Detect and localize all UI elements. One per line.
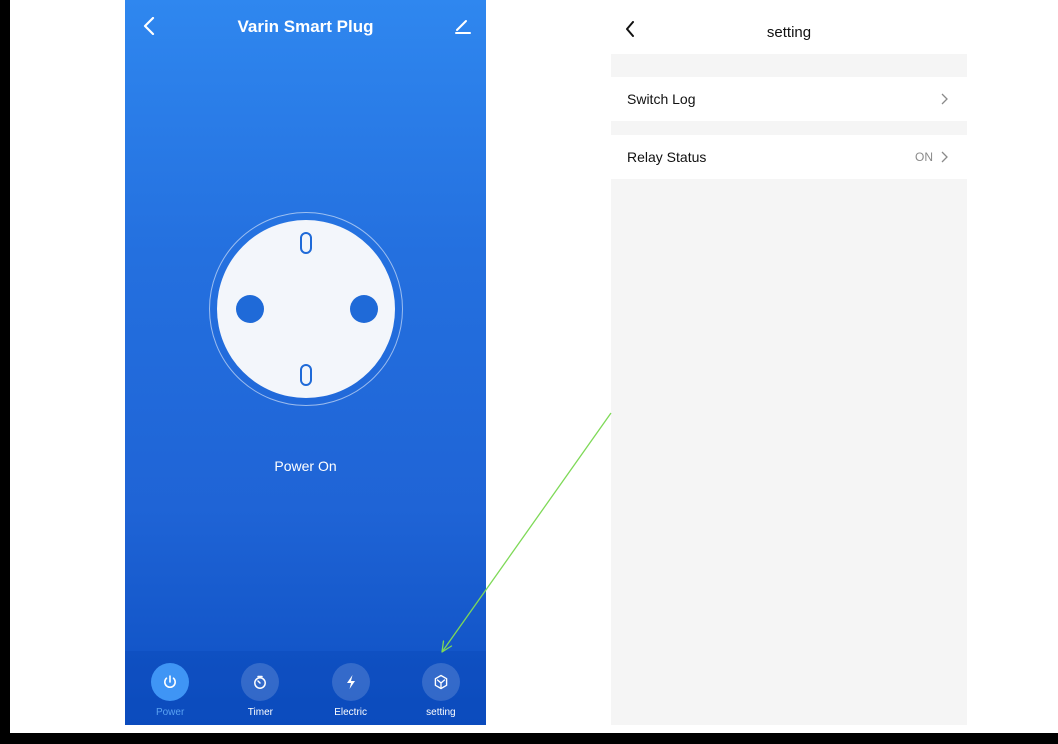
tab-label: setting	[426, 707, 456, 718]
tab-icon-bg	[151, 663, 190, 701]
tab-power[interactable]: Power	[135, 651, 205, 725]
row-label: Relay Status	[627, 149, 707, 165]
settings-screen: setting Switch Log Relay Status ON	[611, 0, 967, 725]
tab-timer[interactable]: Timer	[225, 651, 295, 725]
socket-toggle[interactable]	[209, 212, 403, 406]
settings-hex-icon	[434, 674, 448, 690]
row-value: ON	[915, 150, 933, 164]
page-title: setting	[766, 24, 812, 41]
chevron-right-icon	[937, 92, 951, 106]
relay-status-row[interactable]: Relay Status ON	[611, 135, 967, 179]
tab-label: Timer	[247, 707, 273, 718]
pin-hole-left	[236, 295, 264, 323]
chevron-right-icon	[937, 150, 951, 164]
pin-hole-right	[350, 295, 378, 323]
edit-button[interactable]	[450, 13, 476, 39]
bottom-tab-bar: Power Timer Electric setting	[125, 651, 486, 725]
pencil-icon	[455, 20, 471, 34]
ground-slot-bottom	[300, 364, 312, 386]
switch-log-row[interactable]: Switch Log	[611, 77, 967, 121]
tab-electric[interactable]: Electric	[316, 651, 386, 725]
ground-slot-top	[300, 232, 312, 254]
smart-plug-screen: Varin Smart Plug Power On Power Timer El…	[125, 0, 486, 725]
timer-icon	[254, 675, 267, 689]
tab-icon-bg	[331, 663, 370, 701]
power-status-text: Power On	[274, 458, 337, 474]
tab-icon-bg	[241, 663, 280, 701]
page-title: Varin Smart Plug	[237, 17, 374, 36]
tab-label: Power	[155, 707, 185, 718]
power-icon	[164, 675, 177, 689]
top-nav-bar: Varin Smart Plug	[125, 0, 486, 56]
tab-label: Electric	[334, 707, 368, 718]
tab-icon-bg	[421, 663, 460, 701]
top-nav-bar: setting	[611, 0, 967, 54]
tab-setting[interactable]: setting	[406, 651, 476, 725]
socket-face	[217, 220, 395, 398]
row-label: Switch Log	[627, 91, 696, 107]
lightning-icon	[346, 675, 355, 689]
